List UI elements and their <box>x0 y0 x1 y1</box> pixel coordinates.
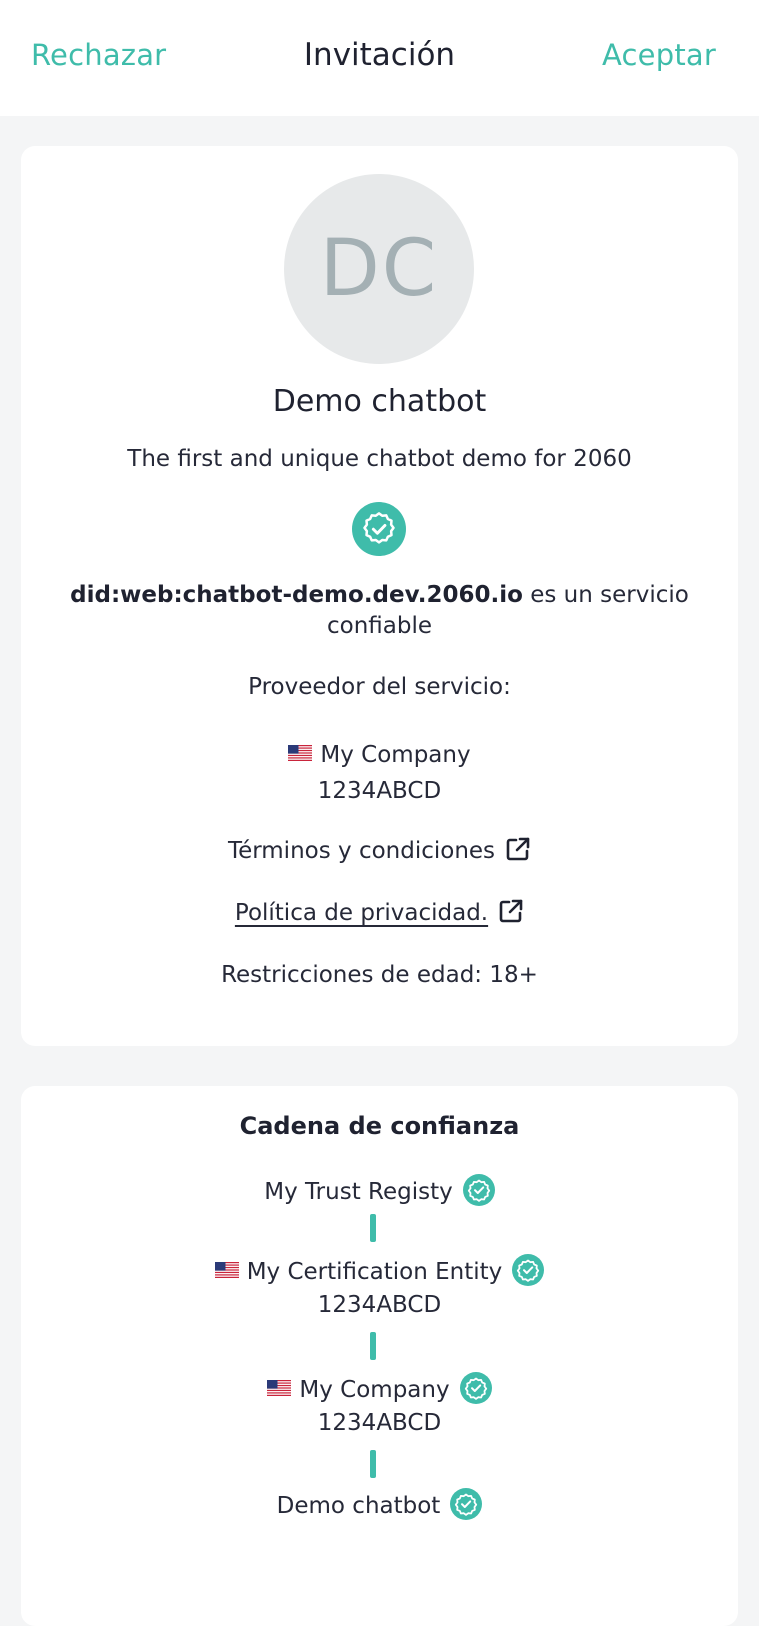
trust-chain-item: Demo chatbot <box>21 1488 738 1520</box>
chain-connector <box>370 1450 376 1478</box>
trust-chain-item-id: 1234ABCD <box>317 1410 442 1436</box>
age-restriction: Restricciones de edad: 18+ <box>221 962 538 988</box>
top-bar: Rechazar Invitación Aceptar <box>0 0 759 116</box>
terms-row: Términos y condiciones <box>21 836 738 864</box>
service-name: Demo chatbot <box>272 384 487 419</box>
external-link-icon[interactable] <box>505 836 531 862</box>
trust-chain-title: Cadena de confianza <box>239 1112 520 1140</box>
service-description: The first and unique chatbot demo for 20… <box>127 446 632 472</box>
verified-badge-icon <box>450 1488 482 1520</box>
trust-chain-item: My Trust Registy <box>21 1174 738 1206</box>
trust-chain-item-name: My Trust Registy <box>264 1179 453 1205</box>
service-card: DC Demo chatbot The first and unique cha… <box>21 146 738 1046</box>
avatar-initials: DC <box>319 224 439 314</box>
provider-name-row: My Company <box>21 742 738 768</box>
provider-name: My Company <box>320 742 471 768</box>
trust-chain-item: My Company <box>21 1372 738 1404</box>
trust-chain-item: My Certification Entity <box>21 1254 738 1286</box>
verified-badge-icon <box>512 1254 544 1286</box>
privacy-policy-link[interactable]: Política de privacidad. <box>235 900 488 926</box>
trusted-service-statement: did:web:chatbot-demo.dev.2060.io es un s… <box>21 580 738 642</box>
external-link-icon[interactable] <box>498 898 524 924</box>
provider-label: Proveedor del servicio: <box>248 674 511 700</box>
trust-statement-text: es un servicio <box>522 582 689 608</box>
us-flag-icon <box>288 745 312 761</box>
trust-chain-card: Cadena de confianza My Trust Registy My … <box>21 1086 738 1626</box>
trust-statement-text-2: confiable <box>326 613 433 639</box>
verified-badge-icon <box>352 502 406 556</box>
verified-badge-icon <box>460 1372 492 1404</box>
us-flag-icon <box>215 1262 239 1278</box>
privacy-row: Política de privacidad. <box>21 898 738 926</box>
chain-connector <box>370 1214 376 1242</box>
service-did: did:web:chatbot-demo.dev.2060.io <box>70 582 523 608</box>
trust-chain-item-name: Demo chatbot <box>276 1493 441 1519</box>
chain-connector <box>370 1332 376 1360</box>
provider-id: 1234ABCD <box>317 778 442 804</box>
trust-chain-item-id: 1234ABCD <box>317 1292 442 1318</box>
verified-badge-icon <box>463 1174 495 1206</box>
us-flag-icon <box>267 1380 291 1396</box>
trust-chain-item-name: My Company <box>299 1377 450 1403</box>
accept-button[interactable]: Aceptar <box>602 38 716 72</box>
trust-chain-item-name: My Certification Entity <box>246 1259 503 1285</box>
terms-link[interactable]: Términos y condiciones <box>228 838 495 864</box>
avatar: DC <box>284 174 474 364</box>
